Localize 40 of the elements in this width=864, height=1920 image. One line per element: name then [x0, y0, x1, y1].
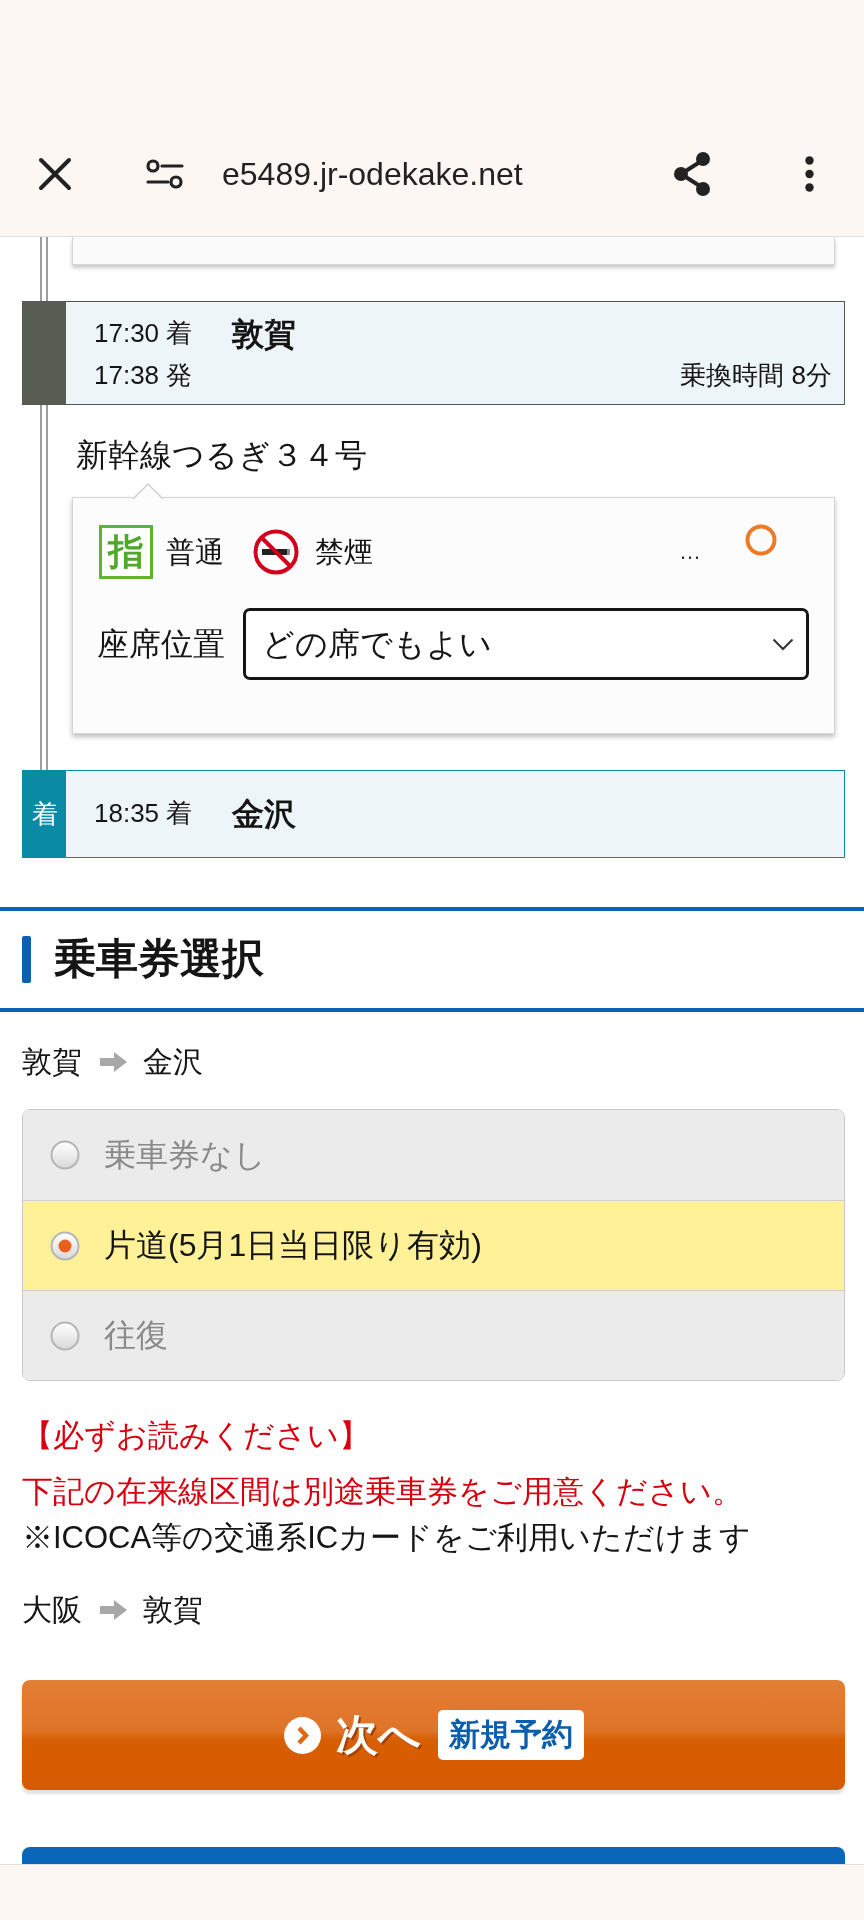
site-settings-icon[interactable]: [146, 159, 184, 189]
circle-icon: [745, 524, 777, 556]
arrow-icon: [100, 1052, 127, 1072]
station-name: 金沢: [232, 794, 296, 834]
section-title: 乗車券選択: [54, 934, 264, 985]
no-smoking-icon: [253, 529, 299, 575]
station-name: 大阪: [22, 1592, 82, 1628]
train-name: 新幹線つるぎ３４号: [76, 436, 367, 475]
station-name: 金沢: [143, 1044, 203, 1080]
chevron-down-icon: [772, 637, 794, 651]
ticket-option[interactable]: 片道(5月1日当日限り有効): [23, 1200, 844, 1290]
radio-icon[interactable]: [50, 1140, 80, 1170]
seat-position-label: 座席位置: [97, 624, 225, 664]
transfer-time: 乗換時間 8分: [680, 360, 832, 392]
next-button[interactable]: 次へ 新規予約: [22, 1680, 845, 1790]
warning-text: 【必ずお読みください】: [22, 1417, 370, 1455]
radio-icon[interactable]: [50, 1320, 80, 1351]
station-name: 敦賀: [143, 1592, 203, 1628]
close-icon[interactable]: [38, 157, 72, 191]
arrival-time: 17:30 着: [94, 318, 193, 350]
seat-class-label: 普通: [166, 534, 224, 570]
more-options-icon[interactable]: [805, 156, 814, 192]
departure-time: 17:38 発: [94, 360, 193, 392]
station-name: 敦賀: [232, 314, 296, 354]
station-name: 敦賀: [22, 1044, 82, 1080]
arrival-time: 18:35 着: [94, 798, 193, 830]
note-text: ※ICOCA等の交通系ICカードをご利用いただけます: [22, 1519, 752, 1557]
arrival-marker: 着: [23, 771, 66, 857]
arrow-icon: [100, 1600, 127, 1620]
heading-accent-bar: [22, 936, 31, 983]
seat-position-select[interactable]: どの席でもよい: [243, 608, 809, 680]
url-text[interactable]: e5489.jr-odekake.net: [222, 154, 523, 194]
smoking-label: 禁煙: [315, 534, 373, 570]
reserved-seat-mark: 指: [99, 525, 153, 579]
ellipsis-text: …: [679, 538, 701, 566]
new-booking-tag: 新規予約: [437, 1709, 584, 1761]
warning-text: 下記の在来線区間は別途乗車券をご用意ください。: [22, 1473, 743, 1511]
radio-icon[interactable]: [50, 1230, 80, 1261]
share-icon[interactable]: [672, 152, 712, 196]
chevron-circle-icon: [283, 1716, 321, 1754]
